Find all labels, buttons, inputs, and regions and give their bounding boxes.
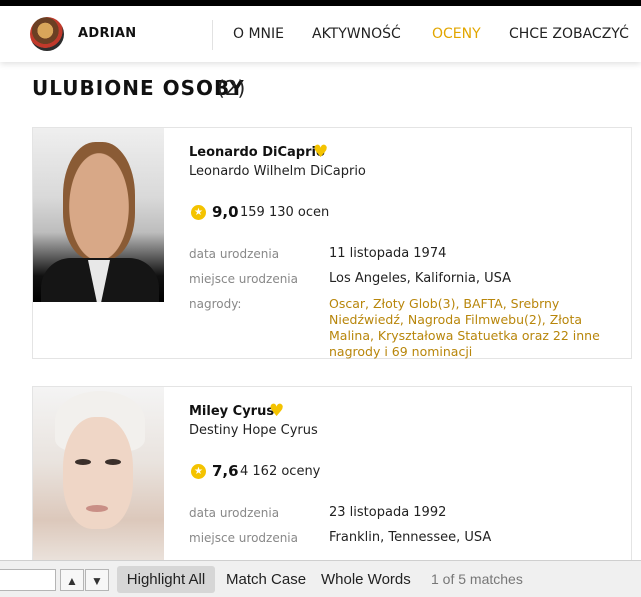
birth-place-label: miejsce urodzenia <box>189 272 298 286</box>
star-icon: ★ <box>191 205 206 220</box>
person-rating: 9,0 <box>212 203 239 221</box>
person-rating: 7,6 <box>212 462 239 480</box>
person-votes: 4 162 oceny <box>240 464 321 479</box>
nav-o-mnie[interactable]: O MNIE <box>233 26 284 42</box>
find-next-button[interactable]: ▼ <box>85 569 109 591</box>
heart-icon[interactable]: ♥ <box>269 401 284 421</box>
awards-list[interactable]: Oscar, Złoty Glob(3), BAFTA, Srebrny Nie… <box>329 296 624 360</box>
person-name[interactable]: Miley Cyrus <box>189 404 274 419</box>
find-status: 1 of 5 matches <box>431 571 523 587</box>
birth-date-label: data urodzenia <box>189 247 280 261</box>
eye-shape <box>105 459 121 465</box>
face-shape <box>63 142 135 260</box>
person-photo[interactable] <box>33 387 164 577</box>
person-full-name: Leonardo Wilhelm DiCaprio <box>189 164 366 179</box>
heart-icon[interactable]: ♥ <box>313 142 328 162</box>
find-previous-button[interactable]: ▲ <box>60 569 84 591</box>
face-shape <box>63 417 133 529</box>
find-input[interactable] <box>0 569 56 591</box>
highlight-all-button[interactable]: Highlight All <box>117 566 215 593</box>
person-name[interactable]: Leonardo DiCaprio <box>189 145 325 160</box>
profile-header: ADRIAN O MNIE AKTYWNOŚĆ OCENY CHCE ZOBAC… <box>0 6 641 62</box>
person-votes: 159 130 ocen <box>240 205 330 220</box>
nav-oceny[interactable]: OCENY <box>432 26 481 42</box>
person-photo[interactable] <box>33 128 164 302</box>
birth-place[interactable]: Los Angeles, Kalifornia, USA <box>329 271 511 286</box>
birth-place[interactable]: Franklin, Tennessee, USA <box>329 530 491 545</box>
awards-label: nagrody: <box>189 297 242 311</box>
nav-aktywnosc[interactable]: AKTYWNOŚĆ <box>312 26 401 42</box>
nav-chce-zobaczyc[interactable]: CHCE ZOBACZYĆ <box>509 26 629 42</box>
birth-date: 23 listopada 1992 <box>329 505 447 520</box>
username[interactable]: ADRIAN <box>78 26 136 41</box>
birth-place-label: miejsce urodzenia <box>189 531 298 545</box>
birth-date: 11 listopada 1974 <box>329 246 447 261</box>
find-bar: ▲ ▼ Highlight All Match Case Whole Words… <box>0 560 641 597</box>
header-divider <box>212 20 213 50</box>
match-case-button[interactable]: Match Case <box>226 571 306 588</box>
avatar[interactable] <box>30 17 64 51</box>
birth-date-label: data urodzenia <box>189 506 280 520</box>
section-count: (2) <box>217 76 246 100</box>
eye-shape <box>75 459 91 465</box>
lip-shape <box>86 505 108 512</box>
star-icon: ★ <box>191 464 206 479</box>
person-card: Miley Cyrus ♥ Destiny Hope Cyrus ★ 7,6 4… <box>32 386 632 578</box>
person-full-name: Destiny Hope Cyrus <box>189 423 318 438</box>
section-title: ULUBIONE OSOBY <box>32 76 245 100</box>
person-card: Leonardo DiCaprio ♥ Leonardo Wilhelm DiC… <box>32 127 632 359</box>
whole-words-button[interactable]: Whole Words <box>321 571 411 588</box>
